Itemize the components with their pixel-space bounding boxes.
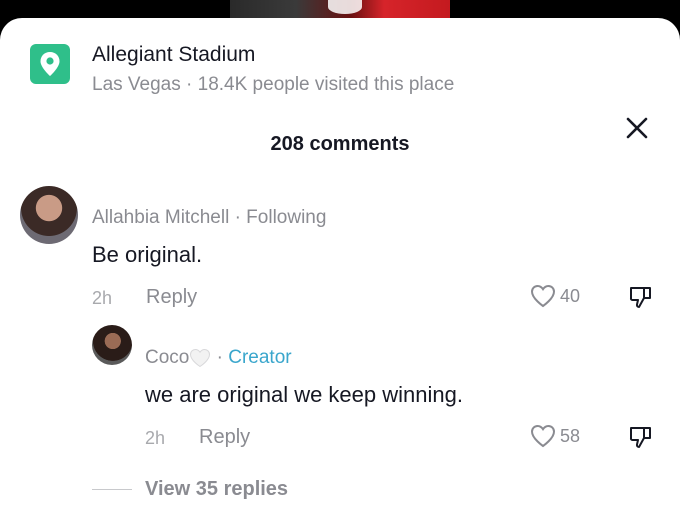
reply-time: 2h bbox=[145, 428, 166, 448]
thumbs-down-icon bbox=[629, 427, 651, 448]
map-pin-icon bbox=[30, 44, 70, 84]
comment-author[interactable]: Allahbia Mitchell bbox=[92, 207, 229, 228]
comment-time: 2h bbox=[92, 288, 113, 308]
comment-text: Be original. bbox=[92, 242, 203, 267]
view-replies-button[interactable]: View 35 replies bbox=[92, 477, 288, 501]
reply-avatar[interactable] bbox=[92, 325, 132, 365]
view-replies-label: View 35 replies bbox=[145, 478, 289, 500]
following-label: · Following bbox=[229, 207, 327, 228]
heart-icon bbox=[530, 284, 556, 308]
separator: · bbox=[211, 347, 229, 368]
reply-author[interactable]: Coco bbox=[145, 347, 189, 368]
close-icon bbox=[626, 117, 648, 139]
team-logo bbox=[328, 0, 362, 14]
video-preview bbox=[230, 0, 450, 20]
close-button[interactable] bbox=[622, 113, 652, 143]
creator-badge: Creator bbox=[228, 347, 292, 368]
reply-reply-button[interactable]: Reply bbox=[199, 425, 250, 449]
like-button[interactable]: 40 bbox=[530, 284, 580, 308]
dislike-button[interactable] bbox=[628, 284, 654, 310]
reply-author-line: Coco · Creator bbox=[145, 346, 292, 370]
comment-author-line: Allahbia Mitchell · Following bbox=[92, 206, 326, 230]
comments-sheet: Allegiant Stadium Las Vegas · 18.4K peop… bbox=[0, 18, 680, 530]
thumbs-down-icon bbox=[629, 287, 651, 308]
reply-like-button[interactable]: 58 bbox=[530, 424, 580, 448]
location-text: Allegiant Stadium Las Vegas · 18.4K peop… bbox=[92, 42, 454, 98]
location-card[interactable]: Allegiant Stadium Las Vegas · 18.4K peop… bbox=[30, 42, 454, 98]
heart-icon bbox=[530, 424, 556, 448]
comments-header: 208 comments bbox=[0, 130, 680, 158]
reply-button[interactable]: Reply bbox=[146, 285, 197, 309]
reply-dislike-button[interactable] bbox=[628, 424, 654, 450]
divider-line bbox=[92, 488, 132, 490]
comments-count: 208 comments bbox=[270, 133, 410, 155]
reply-like-count: 58 bbox=[560, 425, 581, 446]
location-title: Allegiant Stadium bbox=[92, 43, 256, 66]
avatar[interactable] bbox=[20, 186, 78, 244]
white-heart-icon bbox=[190, 348, 211, 368]
reply-text: we are original we keep winning. bbox=[145, 382, 463, 407]
location-subtitle: Las Vegas · 18.4K people visited this pl… bbox=[92, 74, 455, 95]
like-count: 40 bbox=[560, 285, 581, 306]
